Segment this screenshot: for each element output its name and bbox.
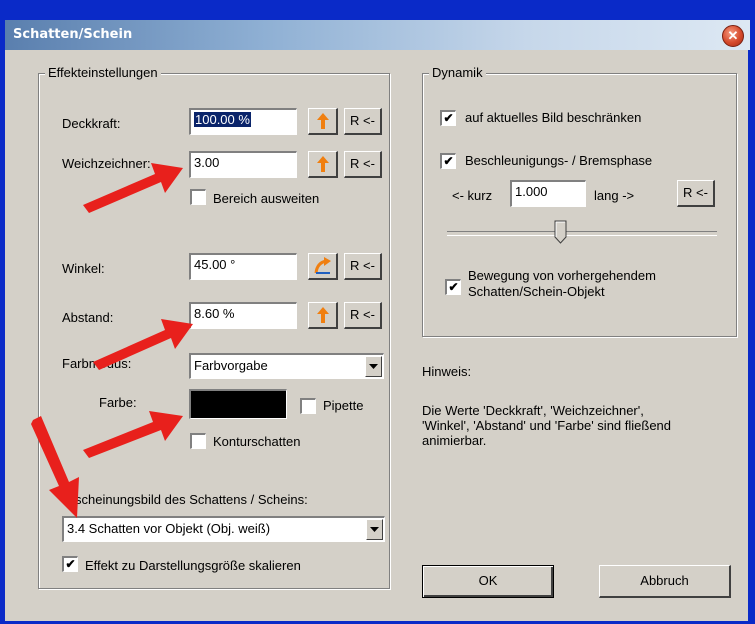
beschraenken-label: auf aktuelles Bild beschränken [465,110,642,125]
checkmark-icon: ✔ [448,280,459,294]
title-bar[interactable]: Schatten/Schein ✕ [5,20,750,50]
kurz-value: 1.000 [515,184,548,199]
orange-up-arrow-icon [316,156,329,172]
beschleunigung-checkbox[interactable]: ✔ [440,153,456,169]
weichzeichner-keyframe-button[interactable] [308,151,338,178]
erscheinung-value: 3.4 Schatten vor Objekt (Obj. weiß) [67,521,271,536]
dynamik-legend: Dynamik [429,65,486,80]
checkmark-icon: ✔ [443,154,454,168]
abstand-input[interactable]: 8.60 % [189,302,297,329]
weichzeichner-label: Weichzeichner: [62,156,151,171]
bewegung-checkbox[interactable]: ✔ [445,279,461,295]
hinweis-line3: animierbar. [422,433,487,448]
orange-up-arrow-icon [316,113,329,129]
deckkraft-value: 100.00 % [194,112,251,127]
hinweis-title: Hinweis: [422,364,472,379]
erscheinung-select[interactable]: 3.4 Schatten vor Objekt (Obj. weiß) [62,516,385,542]
weichzeichner-input[interactable]: 3.00 [189,151,297,178]
deckkraft-keyframe-button[interactable] [308,108,338,135]
dynamik-reset-button[interactable]: R <- [677,180,715,207]
winkel-label: Winkel: [62,261,105,276]
ok-button[interactable]: OK [422,565,554,598]
effekt-legend: Effekteinstellungen [45,65,161,80]
kontur-checkbox[interactable] [190,433,206,449]
farbe-swatch[interactable] [189,389,287,419]
kurz-input[interactable]: 1.000 [510,180,586,207]
lang-label: lang -> [594,188,635,203]
orange-up-arrow-icon [316,307,329,323]
curve-arrow-icon [314,257,331,274]
winkel-reset-button[interactable]: R <- [344,253,382,280]
abstand-keyframe-button[interactable] [308,302,338,329]
skalieren-label: Effekt zu Darstellungsgröße skalieren [85,558,301,573]
winkel-input[interactable]: 45.00 ° [189,253,297,280]
bewegung-label-line2: Schatten/Schein-Objekt [468,284,605,299]
bereich-checkbox[interactable] [190,189,206,205]
bereich-label: Bereich ausweiten [213,191,320,206]
winkel-keyframe-button[interactable] [308,253,338,280]
farbmodus-label: Farbmodus: [62,356,132,371]
beschraenken-checkbox[interactable]: ✔ [440,110,456,126]
abstand-value: 8.60 % [194,306,235,321]
phase-slider-thumb[interactable] [554,220,567,244]
farbe-label: Farbe: [99,395,137,410]
cancel-button[interactable]: Abbruch [599,565,731,598]
triangle-down-icon[interactable] [365,356,382,377]
farbmodus-select[interactable]: Farbvorgabe [189,353,384,379]
hinweis-line2: 'Winkel', 'Abstand' und 'Farbe' sind fli… [422,418,672,433]
weichzeichner-reset-button[interactable]: R <- [344,151,382,178]
abstand-label: Abstand: [62,310,114,325]
bewegung-label-line1: Bewegung von vorhergehendem [468,268,656,283]
dialog-client: Effekteinstellungen Deckkraft: 100.00 % … [5,50,748,621]
hinweis-line1: Die Werte 'Deckkraft', 'Weichzeichner', [422,403,644,418]
beschleunigung-label: Beschleunigungs- / Bremsphase [465,153,653,168]
close-icon[interactable]: ✕ [722,25,744,47]
kontur-label: Konturschatten [213,434,301,449]
farbmodus-value: Farbvorgabe [194,358,268,373]
checkmark-icon: ✔ [443,111,454,125]
dialog-window: Schatten/Schein ✕ Effekteinstellungen De… [0,0,755,624]
checkmark-icon: ✔ [65,557,76,571]
kurz-label: <- kurz [452,188,493,203]
pipette-checkbox[interactable] [300,398,316,414]
deckkraft-label: Deckkraft: [62,116,121,131]
skalieren-checkbox[interactable]: ✔ [62,556,78,572]
deckkraft-reset-button[interactable]: R <- [344,108,382,135]
phase-slider-track[interactable] [447,231,717,236]
window-title: Schatten/Schein [13,27,133,42]
weichzeichner-value: 3.00 [194,155,220,170]
winkel-value: 45.00 ° [194,257,236,272]
deckkraft-input[interactable]: 100.00 % [189,108,297,135]
triangle-down-icon[interactable] [366,519,383,540]
erscheinung-label: Erscheinungsbild des Schattens / Scheins… [62,492,308,507]
pipette-label: Pipette [323,398,364,413]
abstand-reset-button[interactable]: R <- [344,302,382,329]
